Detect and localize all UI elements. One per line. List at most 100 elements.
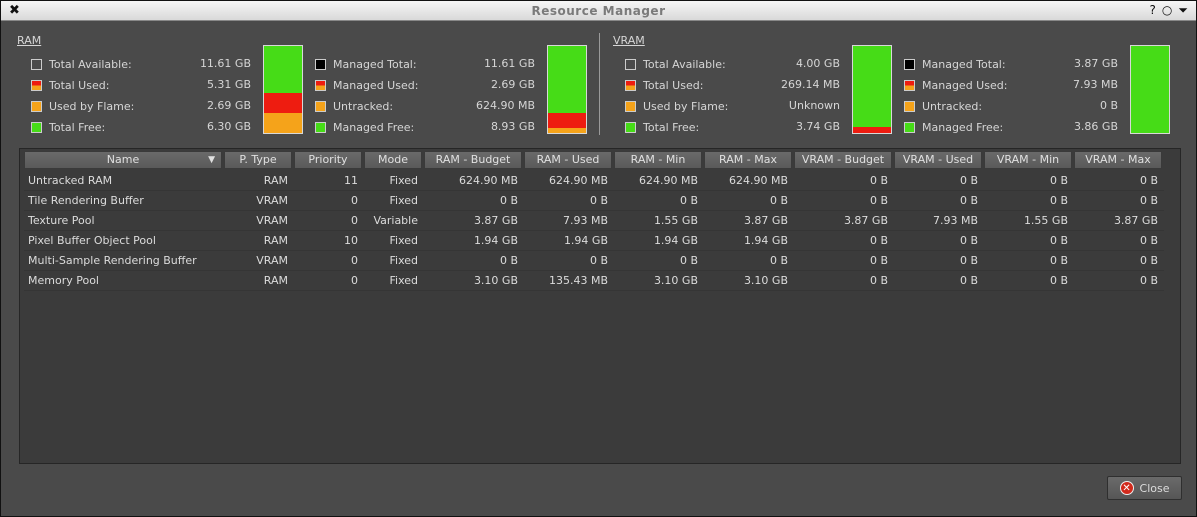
column-header-label: Mode [378, 153, 408, 166]
column-header[interactable]: RAM - Max [704, 151, 792, 169]
legend-swatch [31, 58, 42, 70]
stat-value: 4.00 GB [795, 57, 840, 70]
sort-descending-icon: ▼ [208, 155, 215, 165]
table-cell: 0 B [499, 194, 518, 207]
column-header-label: RAM - Used [536, 153, 600, 166]
legend-swatch [904, 121, 915, 133]
vram-total-usage-bar [852, 45, 892, 134]
table-row[interactable]: Memory Pool RAM 0 Fixed 3.10 GB 135.43 MB 3.10… [24, 271, 1164, 291]
table-cell: 0 B [959, 194, 978, 207]
table-cell: 3.10 GB [653, 274, 698, 287]
table-cell: 0 B [1139, 174, 1158, 187]
column-header[interactable]: P. Type [224, 151, 292, 169]
column-header[interactable]: RAM - Budget [424, 151, 522, 169]
bar-segment [264, 93, 302, 113]
stat-row: Used by Flame: [625, 99, 728, 113]
column-header[interactable]: RAM - Min [614, 151, 702, 169]
window-menu-icon[interactable]: ⏷ [1178, 3, 1188, 18]
table-cell: 1.94 GB [563, 234, 608, 247]
legend-swatch [625, 121, 636, 133]
table-cell: Fixed [389, 194, 418, 207]
legend-swatch [625, 79, 636, 91]
table-cell: 0 B [869, 194, 888, 207]
table-cell: 0 B [1049, 174, 1068, 187]
column-header-label: RAM - Max [719, 153, 777, 166]
stat-row: Managed Free: [315, 120, 414, 134]
stat-value: 3.86 GB [1073, 120, 1118, 133]
table-cell: Pixel Buffer Object Pool [28, 234, 156, 247]
close-button[interactable]: ✕ Close [1107, 476, 1182, 500]
window-title: Resource Manager [531, 4, 666, 18]
table-cell: Fixed [389, 254, 418, 267]
table-cell: Untracked RAM [28, 174, 113, 187]
table-cell: Variable [373, 214, 418, 227]
stat-value: 6.30 GB [206, 120, 251, 133]
title-bar: ✖ Resource Manager ? ○ ⏷ [1, 1, 1196, 21]
column-header-label: VRAM - Min [996, 153, 1060, 166]
stat-value: 0 B [1099, 99, 1118, 112]
table-cell: Texture Pool [28, 214, 95, 227]
column-header[interactable]: RAM - Used [524, 151, 612, 169]
table-cell: 0 B [959, 274, 978, 287]
table-body: Untracked RAM RAM 11 Fixed 624.90 MB 624.90 M… [24, 171, 1164, 291]
stat-label: Untracked: [333, 99, 394, 113]
table-cell: 0 B [589, 194, 608, 207]
help-icon[interactable]: ? [1150, 3, 1156, 18]
stat-value: 269.14 MB [780, 78, 840, 91]
stat-label: Total Available: [49, 57, 132, 71]
stat-value: 3.74 GB [795, 120, 840, 133]
column-header[interactable]: VRAM - Max [1074, 151, 1162, 169]
stat-value: 624.90 MB [475, 99, 535, 112]
bar-segment [548, 128, 586, 133]
table-cell: 0 B [869, 254, 888, 267]
table-row[interactable]: Multi-Sample Rendering Buffer VRAM 0 Fixed 0… [24, 251, 1164, 271]
table-cell: 624.90 MB [548, 174, 608, 187]
column-header[interactable]: VRAM - Used [894, 151, 982, 169]
table-cell: 10 [344, 234, 358, 247]
table-cell: 0 B [1049, 274, 1068, 287]
legend-swatch [904, 100, 915, 112]
legend-swatch [904, 79, 915, 91]
table-row[interactable]: Pixel Buffer Object Pool RAM 10 Fixed 1.94 G… [24, 231, 1164, 251]
table-cell: Fixed [389, 274, 418, 287]
stat-label: Managed Used: [333, 78, 419, 92]
table-cell: 0 [351, 194, 358, 207]
table-cell: 624.90 MB [458, 174, 518, 187]
table-cell: Tile Rendering Buffer [28, 194, 144, 207]
stat-label: Total Available: [643, 57, 726, 71]
column-header-label: RAM - Min [630, 153, 686, 166]
column-header[interactable]: VRAM - Budget [794, 151, 892, 169]
column-header[interactable]: VRAM - Min [984, 151, 1072, 169]
legend-swatch [904, 58, 915, 70]
close-circle-icon: ✕ [1119, 481, 1134, 495]
table-cell: 0 B [769, 254, 788, 267]
table-cell: 1.55 GB [1023, 214, 1068, 227]
table-cell: 0 B [869, 234, 888, 247]
table-header: Name ▼ P. Type Priority Mode RAM - Budget RAM … [24, 151, 1164, 169]
table-cell: 1.55 GB [653, 214, 698, 227]
column-header[interactable]: Mode [364, 151, 422, 169]
table-row[interactable]: Untracked RAM RAM 11 Fixed 624.90 MB 624.90 M… [24, 171, 1164, 191]
column-header[interactable]: Priority [294, 151, 362, 169]
legend-swatch [625, 58, 636, 70]
legend-swatch [315, 121, 326, 133]
table-row[interactable]: Tile Rendering Buffer VRAM 0 Fixed 0 B 0 B 0 B… [24, 191, 1164, 211]
column-header-label: Priority [308, 153, 348, 166]
column-header-label: VRAM - Budget [801, 153, 885, 166]
stat-value: 3.87 GB [1073, 57, 1118, 70]
table-cell: 3.10 GB [473, 274, 518, 287]
table-cell: 7.93 MB [932, 214, 978, 227]
circle-icon[interactable]: ○ [1162, 3, 1172, 18]
stat-value: 5.31 GB [206, 78, 251, 91]
column-header[interactable]: Name ▼ [24, 151, 222, 169]
resource-table: Name ▼ P. Type Priority Mode RAM - Budget RAM … [19, 148, 1181, 464]
table-row[interactable]: Texture Pool VRAM 0 Variable 3.87 GB 7.93 MB 1… [24, 211, 1164, 231]
table-cell: 0 B [1139, 194, 1158, 207]
table-cell: 3.87 GB [1113, 214, 1158, 227]
stat-label: Used by Flame: [49, 99, 135, 113]
stat-label: Managed Total: [922, 57, 1006, 71]
table-cell: Fixed [389, 234, 418, 247]
stat-row: Total Free: [31, 120, 105, 134]
table-cell: RAM [263, 274, 288, 287]
vram-managed-usage-bar [1130, 45, 1170, 134]
